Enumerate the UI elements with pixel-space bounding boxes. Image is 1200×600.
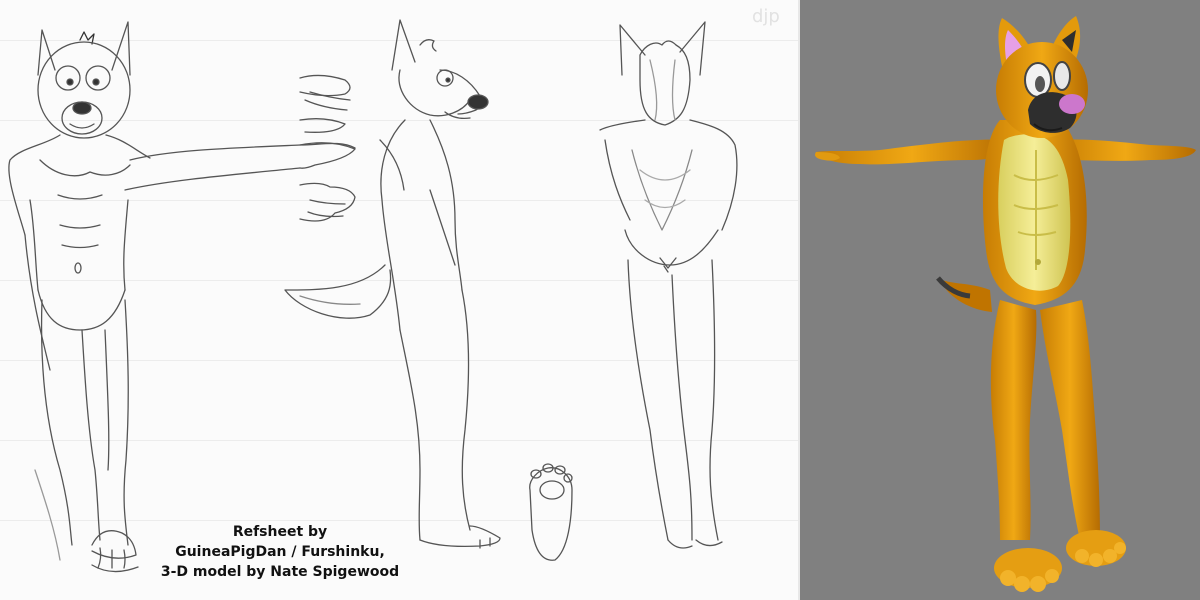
credits-caption: Refsheet by GuineaPigDan / Furshinku, 3-… xyxy=(150,522,410,582)
back-view-sketch xyxy=(599,21,738,549)
credits-line-2: GuineaPigDan / Furshinku, xyxy=(175,544,385,560)
nose xyxy=(1059,94,1085,114)
paw-sole-sketch xyxy=(529,463,573,561)
side-view-sketch xyxy=(284,19,501,549)
credits-line-3: 3-D model by Nate Spigewood xyxy=(160,564,400,580)
right-leg xyxy=(1040,300,1100,540)
sketch-drawings xyxy=(8,19,738,573)
hand-sketches xyxy=(299,74,356,222)
left-leg xyxy=(990,300,1037,540)
sketch-reference-panel: Refsheet by GuineaPigDan / Furshinku, 3-… xyxy=(0,0,800,600)
3d-render-panel xyxy=(800,0,1200,600)
3d-character-render xyxy=(815,16,1196,592)
watermark: djp xyxy=(752,6,780,27)
belly-patch xyxy=(998,134,1071,291)
head xyxy=(996,16,1088,138)
left-arm xyxy=(816,139,1008,165)
credits-line-1: Refsheet by xyxy=(232,524,328,540)
